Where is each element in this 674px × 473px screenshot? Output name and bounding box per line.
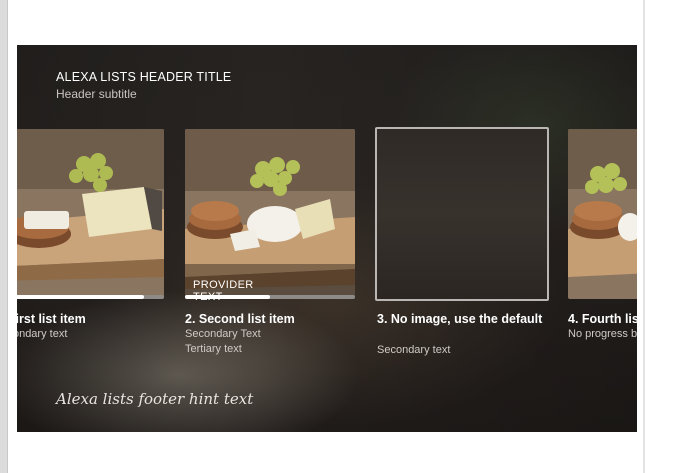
item-1-progress-bar [17, 295, 164, 299]
item-1-progress-fill [17, 295, 144, 299]
item-4-thumbnail [568, 129, 637, 299]
item-2-thumbnail [185, 129, 355, 299]
item-3-title: 3. No image, use the default [377, 312, 543, 326]
item-2-progress-fill [185, 295, 270, 299]
item-4-title: 4. Fourth list item [568, 312, 637, 326]
right-window-edge [643, 0, 645, 473]
item-1-secondary-text: Secondary text [17, 328, 68, 340]
item-4-secondary-text: No progress bar [568, 328, 637, 340]
item-3-secondary-text: Secondary text [377, 344, 451, 356]
item-2-progress-bar [185, 295, 355, 299]
header-title: ALEXA LISTS HEADER TITLE [56, 70, 232, 84]
item-2-secondary-text: Secondary Text [185, 328, 261, 340]
item-2-tertiary-text: Tertiary text [185, 343, 242, 355]
alexa-list-view: ALEXA LISTS HEADER TITLE Header subtitle [17, 45, 637, 432]
item-1-thumbnail [17, 129, 164, 299]
left-window-edge [0, 0, 8, 473]
item-3-default-thumbnail [375, 127, 549, 301]
item-2-title: 2. Second list item [185, 312, 295, 326]
header-subtitle: Header subtitle [56, 87, 137, 101]
item-2-provider-text: PROVIDER TEXT [193, 279, 254, 303]
item-1-title: 1. First list item [17, 312, 86, 326]
footer-hint-text: Alexa lists footer hint text [56, 390, 254, 408]
